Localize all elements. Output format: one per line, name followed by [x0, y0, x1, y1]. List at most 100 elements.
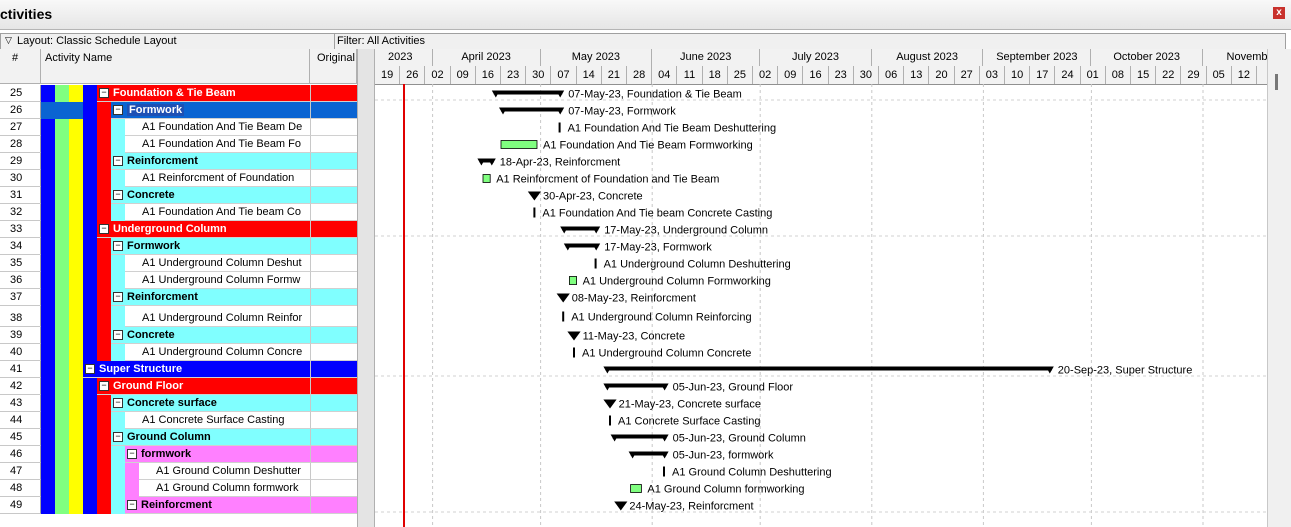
- wbs-name-cell[interactable]: − Reinforcment: [111, 289, 310, 306]
- original-duration-cell[interactable]: [310, 102, 357, 119]
- wbs-name-cell[interactable]: − Concrete: [111, 187, 310, 204]
- filter-bar[interactable]: Filter: All Activities: [334, 33, 1286, 50]
- table-row[interactable]: 34 − Formwork: [0, 238, 357, 255]
- original-duration-cell[interactable]: [310, 395, 357, 412]
- column-header-original[interactable]: Original: [310, 49, 357, 84]
- table-row[interactable]: 33 − Underground Column: [0, 221, 357, 238]
- table-row[interactable]: 40 A1 Underground Column Concre: [0, 344, 357, 361]
- table-row[interactable]: 30 A1 Reinforcment of Foundation: [0, 170, 357, 187]
- close-icon[interactable]: x: [1273, 7, 1285, 19]
- collapse-toggle-icon[interactable]: −: [99, 224, 109, 234]
- original-duration-cell[interactable]: [310, 480, 357, 497]
- wbs-indent-band: [55, 119, 69, 136]
- original-duration-cell[interactable]: [310, 306, 357, 327]
- collapse-toggle-icon[interactable]: −: [113, 432, 123, 442]
- original-duration-cell[interactable]: [310, 463, 357, 480]
- wbs-name-cell[interactable]: − Formwork: [111, 238, 310, 255]
- table-row[interactable]: 46 − formwork: [0, 446, 357, 463]
- collapse-toggle-icon[interactable]: −: [85, 364, 95, 374]
- table-row[interactable]: 43 − Concrete surface: [0, 395, 357, 412]
- original-duration-cell[interactable]: [310, 344, 357, 361]
- column-header-num[interactable]: #: [0, 49, 41, 84]
- wbs-name-cell[interactable]: − Foundation & Tie Beam: [97, 85, 310, 102]
- table-row[interactable]: 49 − Reinforcment: [0, 497, 357, 514]
- original-duration-cell[interactable]: [310, 221, 357, 238]
- wbs-name-cell[interactable]: − Concrete: [111, 327, 310, 344]
- activity-name-cell[interactable]: A1 Ground Column Deshutter: [139, 463, 310, 480]
- table-row[interactable]: 29 − Reinforcment: [0, 153, 357, 170]
- activity-name-cell[interactable]: A1 Underground Column Concre: [125, 344, 310, 361]
- collapse-toggle-icon[interactable]: −: [127, 500, 137, 510]
- original-duration-cell[interactable]: [310, 204, 357, 221]
- table-row[interactable]: 31 − Concrete: [0, 187, 357, 204]
- original-duration-cell[interactable]: [310, 238, 357, 255]
- table-row[interactable]: 35 A1 Underground Column Deshut: [0, 255, 357, 272]
- original-duration-cell[interactable]: [310, 136, 357, 153]
- table-row[interactable]: 45 − Ground Column: [0, 429, 357, 446]
- activity-name-cell[interactable]: A1 Foundation And Tie beam Co: [125, 204, 310, 221]
- table-row[interactable]: 27 A1 Foundation And Tie Beam De: [0, 119, 357, 136]
- collapse-toggle-icon[interactable]: −: [113, 105, 123, 115]
- table-row[interactable]: 28 A1 Foundation And Tie Beam Fo: [0, 136, 357, 153]
- table-row[interactable]: 37 − Reinforcment: [0, 289, 357, 306]
- table-row[interactable]: 44 A1 Concrete Surface Casting: [0, 412, 357, 429]
- table-row[interactable]: 32 A1 Foundation And Tie beam Co: [0, 204, 357, 221]
- collapse-toggle-icon[interactable]: −: [113, 330, 123, 340]
- wbs-name-cell[interactable]: − Super Structure: [83, 361, 310, 378]
- wbs-name-cell[interactable]: − Ground Floor: [97, 378, 310, 395]
- activity-name-cell[interactable]: A1 Ground Column formwork: [139, 480, 310, 497]
- wbs-name-cell[interactable]: − Concrete surface: [111, 395, 310, 412]
- original-duration-cell[interactable]: [310, 187, 357, 204]
- original-duration-cell[interactable]: [310, 361, 357, 378]
- original-duration-cell[interactable]: [310, 170, 357, 187]
- original-duration-cell[interactable]: [310, 497, 357, 514]
- vertical-scrollbar[interactable]: [1267, 49, 1291, 527]
- original-duration-cell[interactable]: [310, 255, 357, 272]
- activity-name-cell[interactable]: A1 Concrete Surface Casting: [125, 412, 310, 429]
- collapse-toggle-icon[interactable]: −: [99, 88, 109, 98]
- wbs-name-cell[interactable]: − Underground Column: [97, 221, 310, 238]
- table-row[interactable]: 39 − Concrete: [0, 327, 357, 344]
- activity-name-cell[interactable]: A1 Foundation And Tie Beam Fo: [125, 136, 310, 153]
- original-duration-cell[interactable]: [310, 85, 357, 102]
- wbs-name-cell[interactable]: − Ground Column: [111, 429, 310, 446]
- layout-selector[interactable]: ▽ Layout: Classic Schedule Layout: [0, 33, 335, 50]
- original-duration-cell[interactable]: [310, 153, 357, 170]
- collapse-toggle-icon[interactable]: −: [99, 381, 109, 391]
- activity-name-cell[interactable]: A1 Reinforcment of Foundation: [125, 170, 310, 187]
- table-row[interactable]: 42 − Ground Floor: [0, 378, 357, 395]
- wbs-name-cell[interactable]: − Formwork: [111, 102, 310, 119]
- original-duration-cell[interactable]: [310, 378, 357, 395]
- activity-name-cell[interactable]: A1 Underground Column Reinfor: [125, 306, 310, 327]
- table-row[interactable]: 48 A1 Ground Column formwork: [0, 480, 357, 497]
- table-row[interactable]: 26 − Formwork: [0, 102, 357, 119]
- original-duration-cell[interactable]: [310, 327, 357, 344]
- table-row[interactable]: 36 A1 Underground Column Formw: [0, 272, 357, 289]
- collapse-toggle-icon[interactable]: −: [113, 190, 123, 200]
- pane-splitter[interactable]: [357, 49, 375, 527]
- collapse-toggle-icon[interactable]: −: [113, 398, 123, 408]
- activity-name-cell[interactable]: A1 Foundation And Tie Beam De: [125, 119, 310, 136]
- original-duration-cell[interactable]: [310, 412, 357, 429]
- scroll-thumb[interactable]: [1275, 74, 1278, 90]
- wbs-name-cell[interactable]: − Reinforcment: [111, 153, 310, 170]
- collapse-toggle-icon[interactable]: −: [113, 292, 123, 302]
- original-duration-cell[interactable]: [310, 446, 357, 463]
- original-duration-cell[interactable]: [310, 289, 357, 306]
- chevron-down-icon[interactable]: ▽: [5, 35, 12, 46]
- wbs-name-cell[interactable]: − formwork: [125, 446, 310, 463]
- table-row[interactable]: 25 − Foundation & Tie Beam: [0, 85, 357, 102]
- original-duration-cell[interactable]: [310, 272, 357, 289]
- collapse-toggle-icon[interactable]: −: [113, 241, 123, 251]
- table-row[interactable]: 41 − Super Structure: [0, 361, 357, 378]
- column-header-activity-name[interactable]: Activity Name: [41, 49, 310, 84]
- activity-name-cell[interactable]: A1 Underground Column Formw: [125, 272, 310, 289]
- collapse-toggle-icon[interactable]: −: [113, 156, 123, 166]
- original-duration-cell[interactable]: [310, 429, 357, 446]
- wbs-name-cell[interactable]: − Reinforcment: [125, 497, 310, 514]
- table-row[interactable]: 38 A1 Underground Column Reinfor: [0, 306, 357, 327]
- activity-name-cell[interactable]: A1 Underground Column Deshut: [125, 255, 310, 272]
- original-duration-cell[interactable]: [310, 119, 357, 136]
- table-row[interactable]: 47 A1 Ground Column Deshutter: [0, 463, 357, 480]
- collapse-toggle-icon[interactable]: −: [127, 449, 137, 459]
